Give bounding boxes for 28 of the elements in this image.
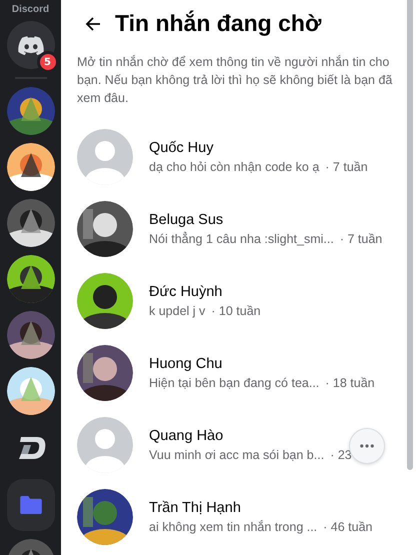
sender-name: Quốc Huy — [149, 140, 214, 156]
folder-button[interactable] — [6, 479, 54, 531]
back-arrow-icon[interactable] — [85, 16, 101, 32]
more-icon — [360, 444, 374, 448]
sender-name: Quang Hào — [149, 428, 224, 444]
sender-name: Đức Huỳnh — [149, 284, 224, 300]
message-preview: Vuu minh ơi acc ma sói bạn b... — [149, 448, 324, 462]
message-time: · 46 tuần — [323, 520, 373, 534]
page-title: Tin nhắn đang chờ — [115, 10, 322, 37]
description: Mở tin nhắn chờ để xem thông tin về người nhắn tin cho bạn. Nếu bạn không trả lời thì họ sẽ không biết là bạn đã xem đâu. — [77, 54, 394, 107]
controller-icon — [18, 36, 44, 54]
message-preview: Hiện tại bên bạn đang có tea... — [149, 376, 320, 390]
message-time: · 7 tuần — [340, 232, 382, 246]
unread-badge: 5 — [36, 51, 58, 73]
sender-name: Trần Thị Hạnh — [149, 500, 242, 516]
message-time: · 18 tuần — [325, 376, 375, 390]
app-name: Discord — [12, 4, 50, 15]
message-time: · 7 tuần — [325, 160, 368, 174]
message-time: · 23 — [330, 448, 352, 462]
message-preview: dạ cho hỏi còn nhận code ko ạ — [149, 160, 320, 174]
sender-name: Huong Chu — [149, 356, 224, 372]
scrollbar[interactable] — [407, 0, 413, 470]
message-preview: Nói thẳng 1 câu nha :slight_smi... — [149, 232, 334, 246]
message-preview: k updel j v — [149, 304, 206, 318]
sender-name: Beluga Sus — [149, 212, 224, 228]
message-preview: ai không xem tin nhắn trong ... — [149, 520, 318, 534]
folder-icon — [20, 496, 42, 514]
message-time: · 10 tuần — [211, 304, 261, 318]
